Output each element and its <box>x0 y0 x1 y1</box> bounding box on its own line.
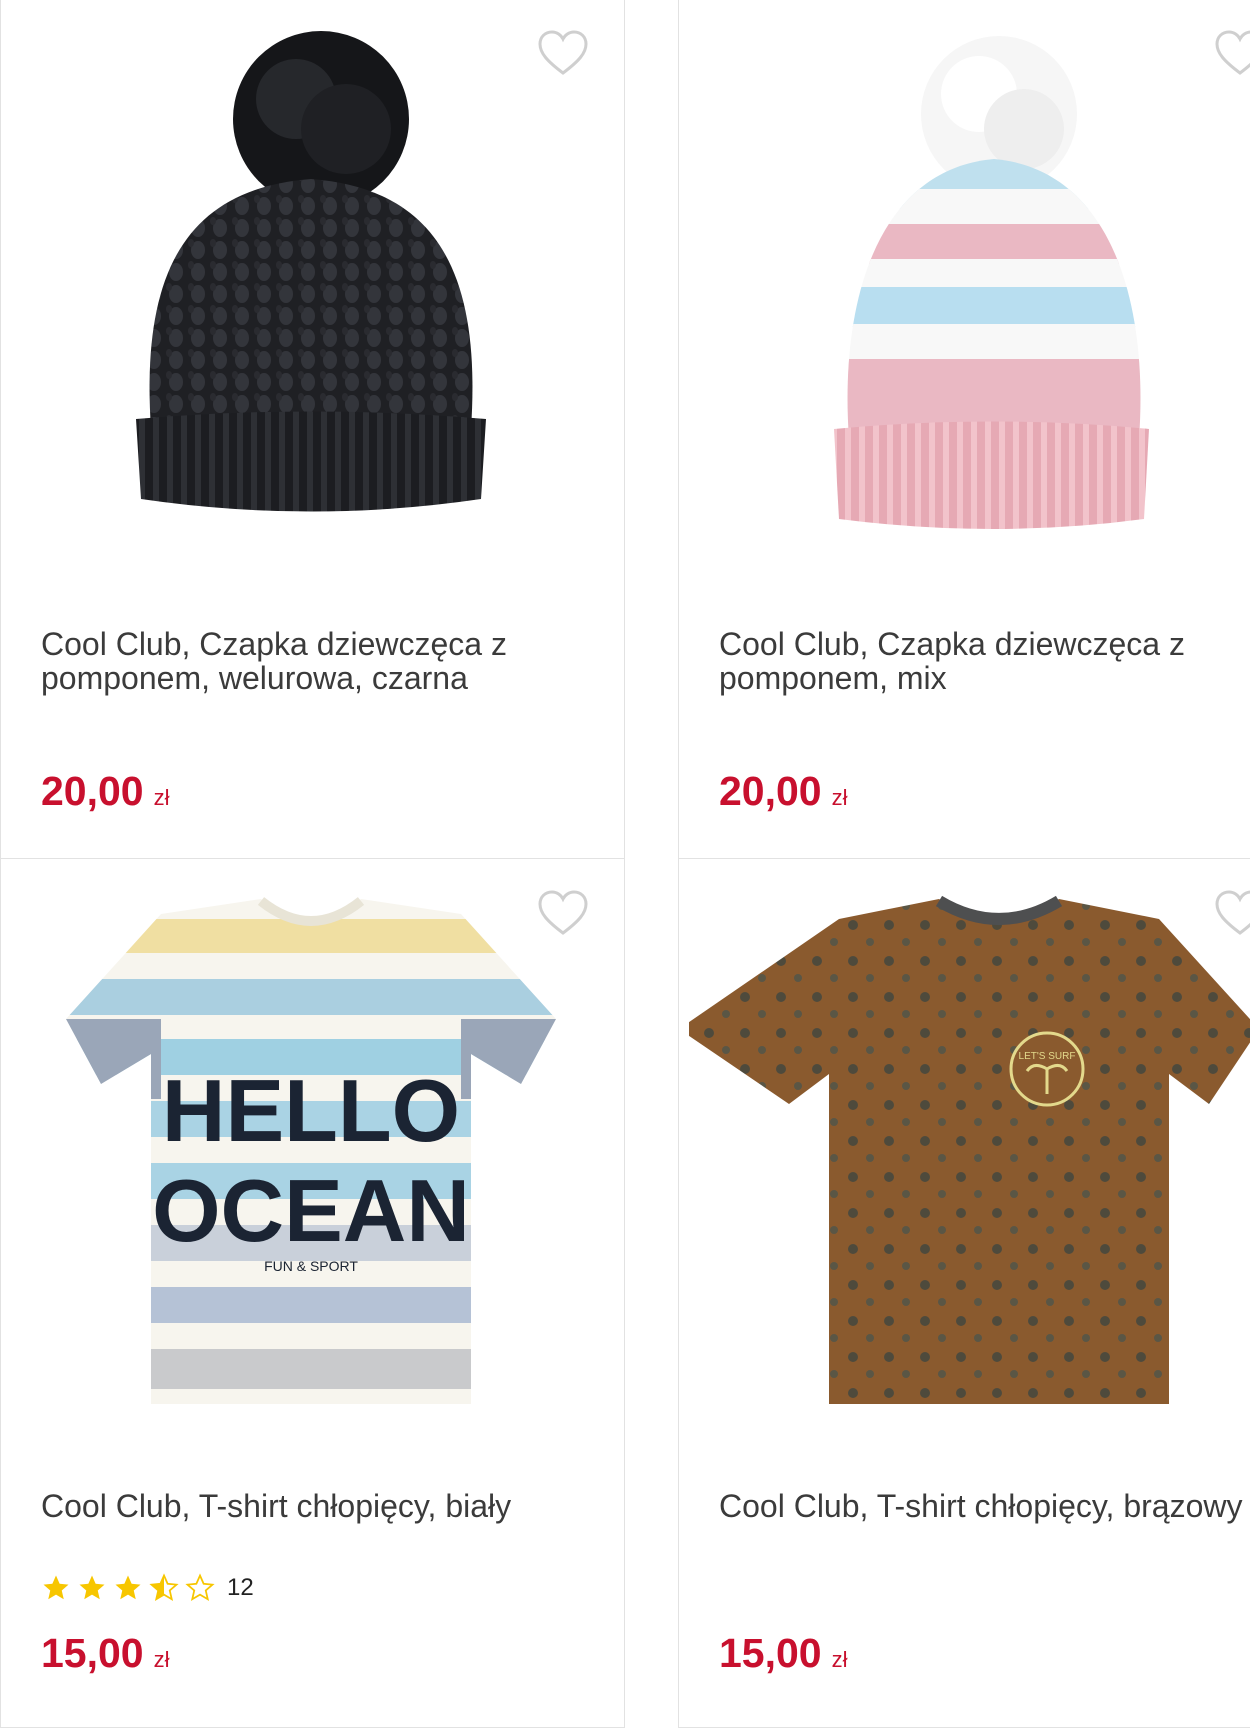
price-currency: zł <box>153 1647 170 1672</box>
product-image[interactable]: HELLO OCEAN FUN & SPORT <box>11 879 611 1419</box>
review-count[interactable]: 12 <box>227 1574 254 1602</box>
price-currency: zł <box>153 785 170 810</box>
product-title[interactable]: Cool Club, T-shirt chłopięcy, brązowy <box>719 1489 1250 1523</box>
product-price: 15,00 zł <box>719 1629 848 1684</box>
print-line-2: OCEAN <box>152 1161 470 1260</box>
product-title[interactable]: Cool Club, T-shirt chłopięcy, biały <box>41 1489 581 1523</box>
price-currency: zł <box>831 1647 848 1672</box>
product-price: 15,00 zł <box>41 1629 170 1684</box>
product-image[interactable] <box>689 19 1250 559</box>
price-value: 20,00 <box>719 768 822 814</box>
product-price: 20,00 zł <box>41 767 170 822</box>
product-card[interactable]: Cool Club, Czapka dziewczęca z pomponem,… <box>678 0 1250 860</box>
price-currency: zł <box>831 785 848 810</box>
product-title[interactable]: Cool Club, Czapka dziewczęca z pomponem,… <box>41 627 581 695</box>
product-image[interactable] <box>11 19 611 559</box>
print-subtext: FUN & SPORT <box>264 1258 358 1274</box>
product-price: 20,00 zł <box>719 767 848 822</box>
product-card[interactable]: Cool Club, Czapka dziewczęca z pomponem,… <box>0 0 625 860</box>
star-half-icon <box>149 1573 179 1602</box>
price-value: 20,00 <box>41 768 144 814</box>
price-value: 15,00 <box>719 1630 822 1676</box>
star-icon <box>115 1575 141 1600</box>
star-icon <box>79 1575 105 1600</box>
product-card[interactable]: LET'S SURF Cool Club, T-shirt chłopięcy,… <box>678 858 1250 1728</box>
rating: 12 <box>41 1573 254 1603</box>
badge-text: LET'S SURF <box>1019 1051 1076 1062</box>
product-grid: Cool Club, Czapka dziewczęca z pomponem,… <box>0 0 1250 1728</box>
product-image[interactable]: LET'S SURF <box>689 879 1250 1419</box>
product-card[interactable]: HELLO OCEAN FUN & SPORT Cool Club, T-shi… <box>0 858 625 1728</box>
star-icon <box>43 1575 69 1600</box>
star-empty-icon <box>185 1573 215 1602</box>
product-title[interactable]: Cool Club, Czapka dziewczęca z pomponem,… <box>719 627 1250 695</box>
price-value: 15,00 <box>41 1630 144 1676</box>
print-line-1: HELLO <box>162 1061 460 1160</box>
